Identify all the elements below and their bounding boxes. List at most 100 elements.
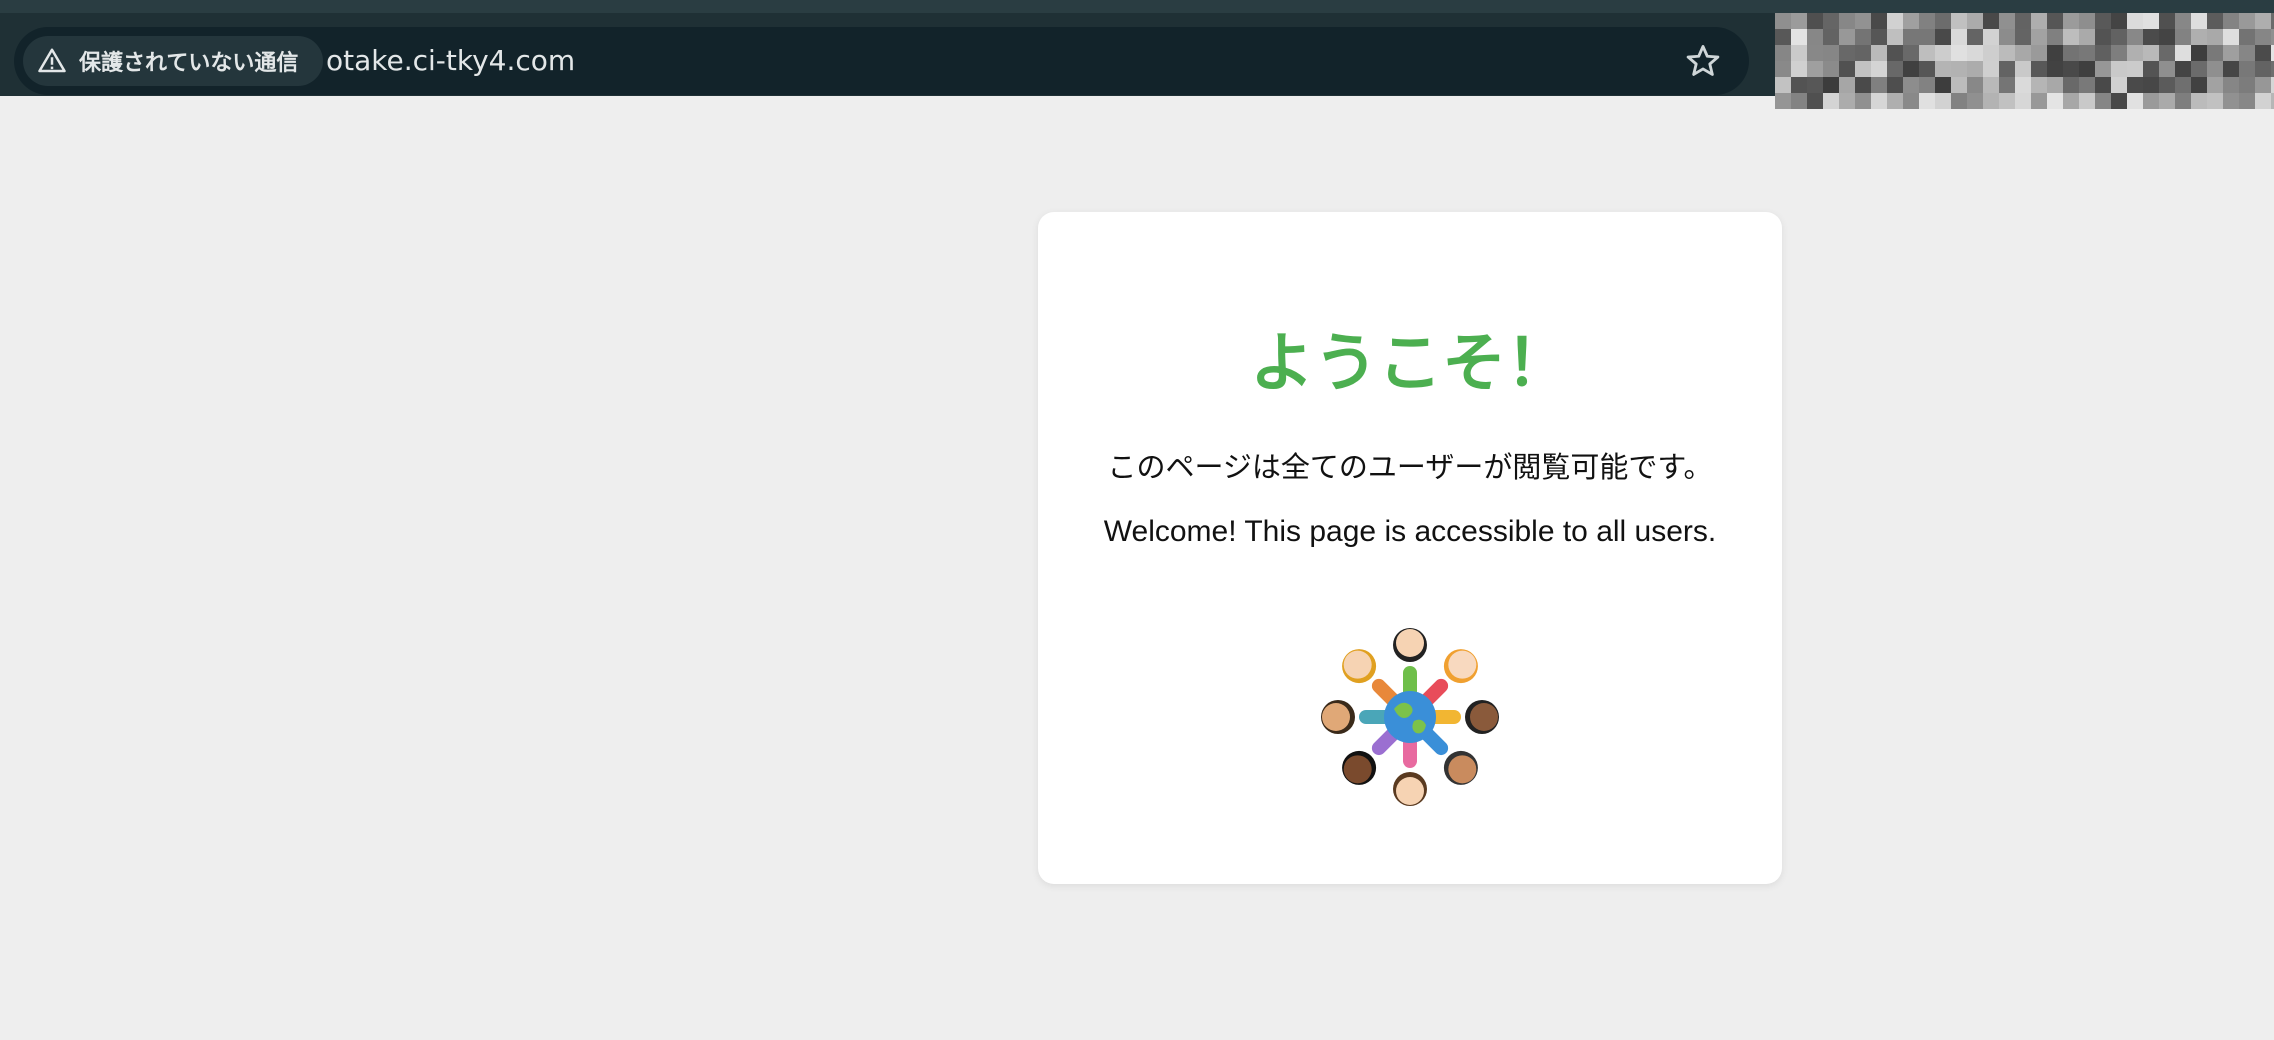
mosaic-tile (1775, 13, 1791, 29)
mosaic-tile (1951, 93, 1967, 109)
mosaic-tile (1935, 45, 1951, 61)
mosaic-tile (2223, 77, 2239, 93)
star-icon[interactable] (1684, 42, 1722, 80)
mosaic-tile (1967, 77, 1983, 93)
mosaic-tile (1807, 29, 1823, 45)
child-face (1396, 629, 1424, 657)
mosaic-tile (2079, 93, 2095, 109)
mosaic-tile (2063, 61, 2079, 77)
mosaic-tile (2191, 29, 2207, 45)
mosaic-tile (1903, 93, 1919, 109)
mosaic-tile (2175, 61, 2191, 77)
mosaic-tile (2063, 45, 2079, 61)
mosaic-tile (1775, 77, 1791, 93)
mosaic-tile (2255, 45, 2271, 61)
warning-triangle-icon (38, 48, 66, 73)
mosaic-tile (2207, 93, 2223, 109)
mosaic-tile (2175, 77, 2191, 93)
security-indicator[interactable]: 保護されていない通信 (23, 36, 323, 86)
mosaic-tile (1839, 77, 1855, 93)
address-bar[interactable]: 保護されていない通信 otake.ci-tky4.com (14, 27, 1749, 95)
mosaic-tile (1871, 45, 1887, 61)
mosaic-tile (2143, 61, 2159, 77)
redacted-profile-area (1775, 13, 2274, 109)
mosaic-tile (1983, 45, 1999, 61)
mosaic-tile (1919, 29, 1935, 45)
mosaic-tile (1855, 93, 1871, 109)
mosaic-tile (1999, 61, 2015, 77)
mosaic-tile (2223, 61, 2239, 77)
mosaic-tile (1871, 13, 1887, 29)
mosaic-tile (2015, 29, 2031, 45)
mosaic-tile (2079, 45, 2095, 61)
mosaic-tile (1967, 29, 1983, 45)
child-face (1343, 755, 1372, 784)
mosaic-tile (1903, 77, 1919, 93)
mosaic-tile (1951, 61, 1967, 77)
mosaic-tile (1871, 61, 1887, 77)
mosaic-tile (1887, 45, 1903, 61)
mosaic-tile (1775, 93, 1791, 109)
mosaic-tile (2239, 13, 2255, 29)
mosaic-tile (2239, 29, 2255, 45)
mosaic-tile (2031, 45, 2047, 61)
mosaic-tile (2111, 77, 2127, 93)
mosaic-tile (1935, 29, 1951, 45)
mosaic-tile (2047, 93, 2063, 109)
mosaic-tile (2175, 93, 2191, 109)
mosaic-tile (1887, 77, 1903, 93)
mosaic-tile (2207, 45, 2223, 61)
mosaic-tile (2207, 61, 2223, 77)
browser-toolbar: 保護されていない通信 otake.ci-tky4.com (0, 0, 2274, 109)
welcome-card: ようこそ！ このページは全てのユーザーが閲覧可能です。 Welcome! Thi… (1038, 212, 1782, 884)
mosaic-tile (2095, 77, 2111, 93)
mosaic-tile (2255, 77, 2271, 93)
mosaic-tile (1919, 13, 1935, 29)
mosaic-tile (2015, 77, 2031, 93)
mosaic-tile (1919, 61, 1935, 77)
mosaic-tile (1871, 93, 1887, 109)
mosaic-tile (2239, 61, 2255, 77)
mosaic-tile (1775, 61, 1791, 77)
mosaic-tile (2159, 61, 2175, 77)
mosaic-tile (2159, 93, 2175, 109)
mosaic-tile (1935, 77, 1951, 93)
mosaic-tile (2095, 93, 2111, 109)
mosaic-tile (1983, 29, 1999, 45)
mosaic-tile (1983, 77, 1999, 93)
mosaic-tile (2223, 13, 2239, 29)
mosaic-tile (1839, 45, 1855, 61)
mosaic-tile (2127, 77, 2143, 93)
mosaic-tile (2031, 29, 2047, 45)
mosaic-tile (2239, 45, 2255, 61)
mosaic-tile (2191, 93, 2207, 109)
mosaic-tile (2063, 29, 2079, 45)
mosaic-tile (1999, 13, 2015, 29)
mosaic-tile (1775, 45, 1791, 61)
mosaic-tile (1951, 13, 1967, 29)
mosaic-tile (1791, 45, 1807, 61)
url-text[interactable]: otake.ci-tky4.com (326, 27, 575, 95)
globe (1384, 691, 1436, 743)
mosaic-tile (2255, 13, 2271, 29)
mosaic-tile (2127, 29, 2143, 45)
child-face (1470, 703, 1498, 731)
mosaic-tile (1999, 45, 2015, 61)
mosaic-tile (2063, 13, 2079, 29)
mosaic-tile (2095, 29, 2111, 45)
mosaic-tile (2047, 45, 2063, 61)
mosaic-tile (2079, 61, 2095, 77)
mosaic-tile (2111, 45, 2127, 61)
mosaic-tile (2159, 77, 2175, 93)
mosaic-tile (1919, 45, 1935, 61)
mosaic-tile (2063, 93, 2079, 109)
mosaic-tile (2079, 77, 2095, 93)
mosaic-tile (2095, 13, 2111, 29)
mosaic-tile (1999, 93, 2015, 109)
mosaic-tile (2175, 29, 2191, 45)
mosaic-tile (2239, 77, 2255, 93)
mosaic-tile (1983, 13, 1999, 29)
mosaic-tile (1983, 61, 1999, 77)
mosaic-tile (2207, 13, 2223, 29)
mosaic-tile (2223, 29, 2239, 45)
